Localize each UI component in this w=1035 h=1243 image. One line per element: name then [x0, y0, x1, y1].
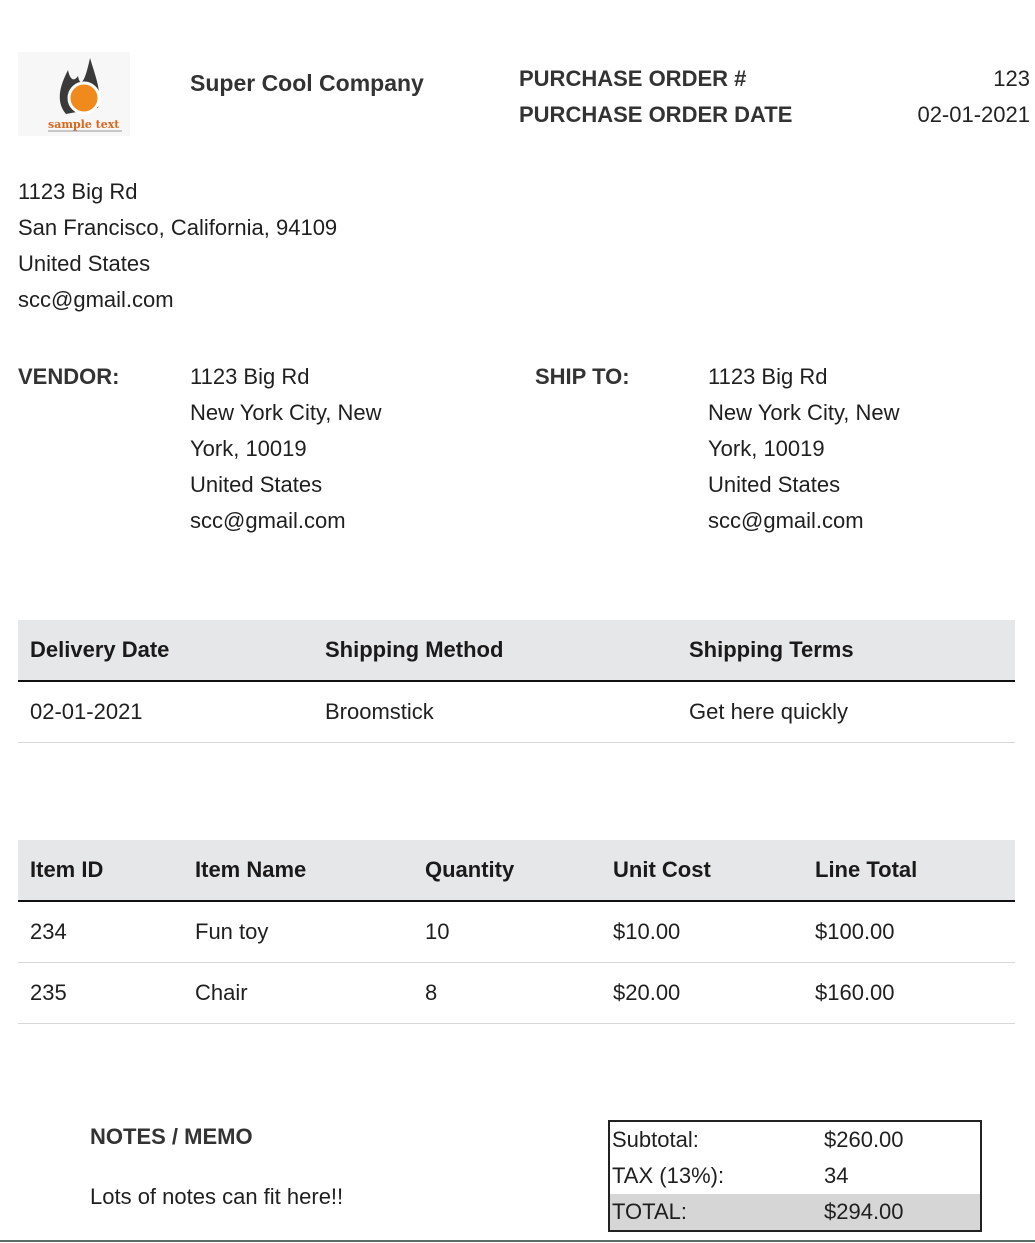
notes-title: NOTES / MEMO: [90, 1124, 253, 1149]
totals-box: Subtotal: $260.00 TAX (13%): 34 TOTAL: $…: [608, 1120, 982, 1232]
column-header: Item Name: [183, 840, 413, 902]
items-table: Item ID Item Name Quantity Unit Cost Lin…: [18, 840, 1015, 1024]
address-line: 1123 Big Rd: [18, 179, 138, 204]
table-cell: $100.00: [803, 901, 1015, 963]
address-line: York, 10019: [708, 436, 825, 461]
ship-to-email: scc@gmail.com: [708, 508, 864, 533]
company-email: scc@gmail.com: [18, 287, 174, 312]
address-line: York, 10019: [190, 436, 307, 461]
ship-to-address: 1123 Big Rd New York City, New York, 100…: [708, 359, 968, 539]
column-header: Item ID: [18, 840, 183, 902]
table-cell: 234: [18, 901, 183, 963]
vendor-address: 1123 Big Rd New York City, New York, 100…: [190, 359, 450, 539]
company-address: 1123 Big Rd San Francisco, California, 9…: [18, 174, 337, 318]
column-header: Shipping Terms: [677, 620, 1015, 682]
subtotal-row: Subtotal: $260.00: [610, 1122, 980, 1158]
notes-text: Lots of notes can fit here!!: [90, 1184, 344, 1209]
column-header: Quantity: [413, 840, 601, 902]
table-row: 02-01-2021 Broomstick Get here quickly: [18, 681, 1015, 743]
po-number: 123: [993, 66, 1030, 91]
address-line: United States: [708, 472, 841, 497]
address-line: New York City, New: [708, 400, 900, 425]
column-header: Delivery Date: [18, 620, 313, 682]
table-cell: 8: [413, 962, 601, 1024]
table-cell: 235: [18, 962, 183, 1024]
table-row: 235 Chair 8 $20.00 $160.00: [18, 962, 1015, 1024]
table-cell: Chair: [183, 962, 413, 1024]
flame-logo-icon: sample text: [18, 52, 130, 136]
address-line: 1123 Big Rd: [708, 364, 828, 389]
company-logo: sample text: [18, 52, 130, 136]
table-cell: $10.00: [601, 901, 803, 963]
tax-row: TAX (13%): 34: [610, 1158, 980, 1194]
table-cell: 02-01-2021: [18, 681, 313, 743]
total-label: TOTAL:: [612, 1199, 687, 1224]
address-line: New York City, New: [190, 400, 382, 425]
total-row: TOTAL: $294.00: [610, 1194, 980, 1230]
column-header: Unit Cost: [601, 840, 803, 902]
vendor-label: VENDOR:: [18, 364, 120, 389]
po-number-label: PURCHASE ORDER #: [519, 66, 747, 91]
page-bottom-divider: [0, 1240, 1035, 1242]
total-value: $294.00: [824, 1199, 904, 1224]
logo-text: sample text: [48, 118, 120, 131]
table-row: 234 Fun toy 10 $10.00 $100.00: [18, 901, 1015, 963]
table-cell: Broomstick: [313, 681, 677, 743]
address-line: San Francisco, California, 94109: [18, 215, 338, 240]
table-header-row: Item ID Item Name Quantity Unit Cost Lin…: [18, 840, 1015, 902]
address-line: 1123 Big Rd: [190, 364, 310, 389]
po-date-label: PURCHASE ORDER DATE: [519, 102, 793, 127]
company-name: Super Cool Company: [190, 70, 424, 96]
tax-value: 34: [824, 1163, 849, 1188]
address-line: United States: [18, 251, 151, 276]
tax-label: TAX (13%):: [612, 1163, 725, 1188]
table-cell: Get here quickly: [677, 681, 1015, 743]
vendor-email: scc@gmail.com: [190, 508, 346, 533]
address-line: United States: [190, 472, 323, 497]
ship-to-label: SHIP TO:: [535, 364, 630, 389]
subtotal-value: $260.00: [824, 1127, 904, 1152]
table-cell: $160.00: [803, 962, 1015, 1024]
table-cell: Fun toy: [183, 901, 413, 963]
table-header-row: Delivery Date Shipping Method Shipping T…: [18, 620, 1015, 682]
subtotal-label: Subtotal:: [612, 1127, 699, 1152]
shipping-table: Delivery Date Shipping Method Shipping T…: [18, 620, 1015, 743]
table-cell: $20.00: [601, 962, 803, 1024]
po-date: 02-01-2021: [917, 102, 1030, 127]
column-header: Shipping Method: [313, 620, 677, 682]
table-cell: 10: [413, 901, 601, 963]
column-header: Line Total: [803, 840, 1015, 902]
